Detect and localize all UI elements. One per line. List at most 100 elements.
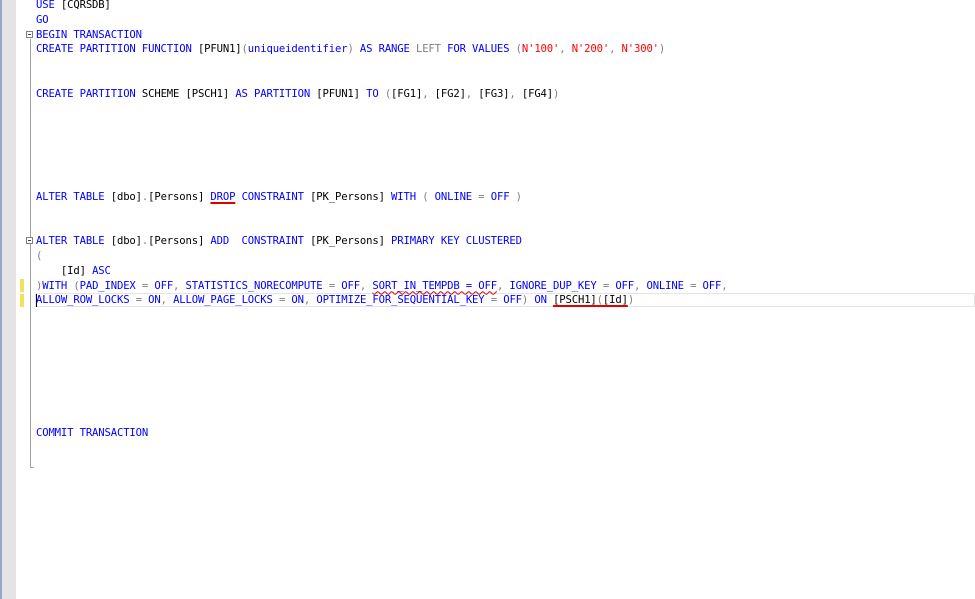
operator: = <box>478 190 491 203</box>
keyword: BEGIN TRANSACTION <box>36 28 142 41</box>
keyword: PRIMARY KEY CLUSTERED <box>391 235 522 247</box>
changed-line-marker <box>20 279 24 292</box>
code-line-30: COMMIT TRANSACTION <box>36 426 148 441</box>
collapse-begin-transaction-icon[interactable] <box>26 31 33 38</box>
keyword: ON <box>291 294 304 306</box>
keyword: OFF <box>702 279 722 292</box>
identifier: [FG3] <box>478 87 510 100</box>
identifier: [PFUN1] <box>197 43 242 55</box>
identifier: [Persons] <box>148 190 211 203</box>
code-line-21: ALLOW_ROW_LOCKS = ON, ALLOW_PAGE_LOCKS =… <box>36 293 634 308</box>
keyword: STATISTICS_NORECOMPUTE <box>185 279 329 292</box>
operator: = <box>490 294 504 306</box>
collapse-alter-table-icon[interactable] <box>26 237 33 244</box>
keyword: ONLINE <box>646 279 691 292</box>
identifier: [dbo] <box>110 190 142 203</box>
keyword: ADD CONSTRAINT <box>210 235 311 247</box>
identifier: [PSCH1] <box>185 87 236 100</box>
string-literal: N'200' <box>571 43 610 55</box>
identifier: [Id] <box>36 264 93 277</box>
code-line-19: [Id] ASC <box>36 264 111 279</box>
identifier: [CQRSDB] <box>60 0 111 11</box>
keyword: OFF <box>503 294 522 306</box>
keyword: OPTIMIZE_FOR_SEQUENTIAL_KEY <box>316 294 491 306</box>
code-line-18: ( <box>36 249 42 264</box>
code-line-1: USE [CQRSDB] <box>36 0 111 13</box>
punctuation: , <box>422 87 435 100</box>
code-line-3: BEGIN TRANSACTION <box>36 28 142 43</box>
keyword: FOR VALUES <box>447 43 516 55</box>
keyword: uniqueidentifier <box>247 43 348 55</box>
punctuation: ) <box>521 294 535 306</box>
keyword: ON <box>534 294 554 306</box>
punctuation: , <box>359 279 373 292</box>
punctuation: , <box>173 279 186 292</box>
punctuation: ) <box>658 43 666 55</box>
keyword: USE <box>36 0 61 11</box>
identifier: [FG4] <box>521 87 554 100</box>
punctuation: ( <box>422 190 435 203</box>
keyword: ALLOW_ROW_LOCKS <box>36 294 136 306</box>
string-literal: N'300' <box>621 43 660 55</box>
operator: = <box>278 294 292 306</box>
code-line-2: GO <box>36 13 49 28</box>
operator: = <box>328 279 342 292</box>
keyword: OFF <box>490 190 516 203</box>
identifier: [PK_Persons] <box>310 190 392 203</box>
punctuation: , <box>465 87 479 100</box>
keyword: OFF <box>154 279 174 292</box>
identifier: [Persons] <box>148 235 211 247</box>
identifier: [PK_Persons] <box>310 235 392 247</box>
warning-squiggle: SORT_IN_TEMPDB = OFF <box>372 279 497 292</box>
editor-gutter[interactable] <box>2 0 16 599</box>
punctuation: , <box>634 279 647 292</box>
punctuation: , <box>496 279 510 292</box>
identifier: [FG2] <box>434 87 466 100</box>
code-line-17: ALTER TABLE [dbo].[Persons] ADD CONSTRAI… <box>36 234 522 249</box>
keyword: OFF <box>615 279 634 292</box>
keyword: CREATE PARTITION <box>36 87 142 100</box>
keyword: ALTER TABLE <box>36 190 111 203</box>
keyword: CREATE PARTITION FUNCTION <box>36 43 198 55</box>
keyword: CONSTRAINT <box>241 190 311 203</box>
fold-end-marker <box>30 467 34 468</box>
identifier: [PFUN1] <box>316 87 367 100</box>
keyword: GO <box>36 14 49 26</box>
changed-line-marker <box>20 294 24 307</box>
fold-guide-line <box>30 39 31 467</box>
operator: = <box>602 279 616 292</box>
keyword: ASC <box>92 264 111 277</box>
punctuation: , <box>721 279 728 292</box>
identifier: SCHEME <box>141 87 186 100</box>
keyword: ONLINE <box>434 190 479 203</box>
operator: = <box>135 294 149 306</box>
keyword: ON <box>148 294 161 306</box>
operator: = <box>690 279 703 292</box>
punctuation: , <box>509 87 522 100</box>
punctuation: , <box>160 294 174 306</box>
punctuation: ) <box>347 43 360 55</box>
keyword: AS RANGE <box>359 43 416 55</box>
punctuation: ) <box>553 87 560 100</box>
keyword: PAD_INDEX <box>79 279 142 292</box>
punctuation: , <box>303 294 317 306</box>
code-line-20: )WITH (PAD_INDEX = OFF, STATISTICS_NOREC… <box>36 279 728 294</box>
punctuation: ( <box>36 249 43 262</box>
sql-editor[interactable]: USE [CQRSDB] GO BEGIN TRANSACTION CREATE… <box>16 0 975 599</box>
keyword: WITH <box>391 190 423 203</box>
keyword: ALLOW_PAGE_LOCKS <box>173 294 279 306</box>
code-line-7: CREATE PARTITION SCHEME [PSCH1] AS PARTI… <box>36 87 559 102</box>
punctuation: , <box>559 43 572 55</box>
identifier: [dbo] <box>110 235 142 247</box>
keyword: ALTER TABLE <box>36 235 111 247</box>
keyword: WITH <box>42 279 74 292</box>
code-line-4: CREATE PARTITION FUNCTION [PFUN1](unique… <box>36 42 665 57</box>
keyword: LEFT <box>415 43 448 55</box>
operator: = <box>141 279 155 292</box>
keyword: OFF <box>341 279 360 292</box>
keyword: AS PARTITION <box>235 87 317 100</box>
punctuation: ) <box>627 294 635 306</box>
string-literal: N'100' <box>521 43 560 55</box>
code-line-14: ALTER TABLE [dbo].[Persons] DROP CONSTRA… <box>36 190 522 205</box>
identifier: [Id] <box>602 294 628 306</box>
